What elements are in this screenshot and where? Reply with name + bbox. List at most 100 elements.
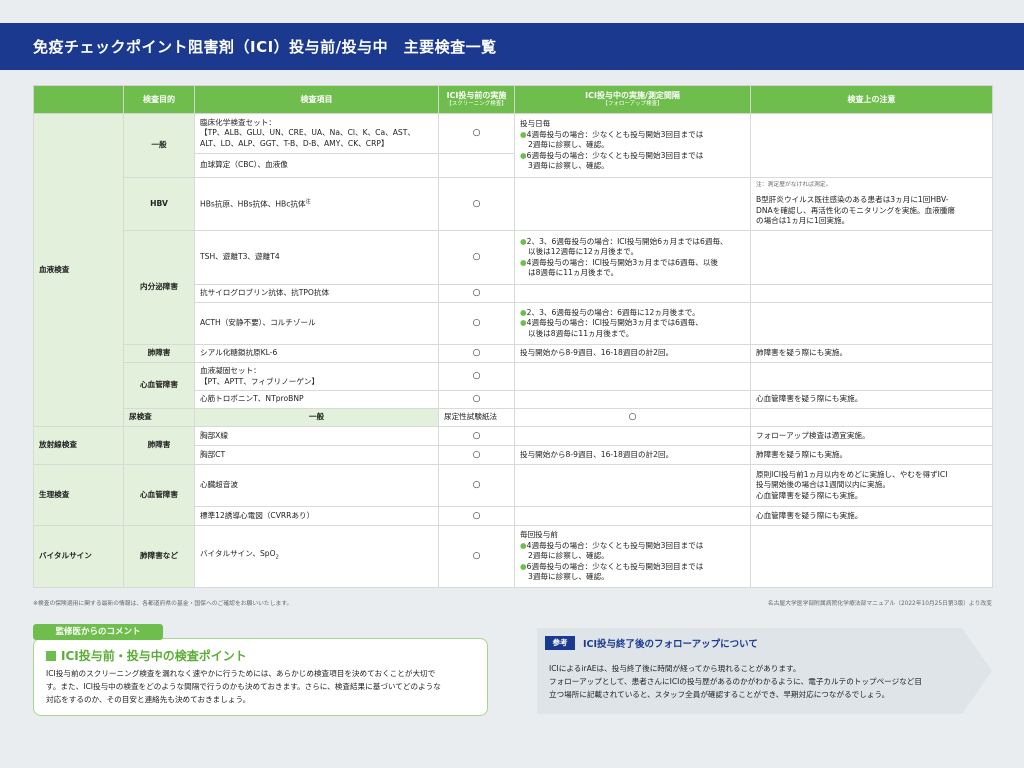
circle-mark: ○ — [438, 302, 515, 345]
during-acth: ●2、3、6週毎投与の場合：6週毎に12ヵ月後まで。 ●4週毎投与の場合：ICI… — [514, 302, 751, 345]
item-biochem: 臨床化学検査セット： 【TP、ALB、GLU、UN、CRE、UA、Na、Cl、K、… — [194, 113, 439, 154]
header-before: ICI投与前の実施 【スクリーニング検査】 — [438, 85, 515, 114]
bullet-icon: ● — [520, 561, 527, 571]
header-during-label: ICI投与中の実施/測定間隔 — [585, 91, 680, 100]
circle-mark: ○ — [438, 525, 515, 588]
notes-empty — [750, 525, 993, 588]
purpose-hbv: HBV — [123, 177, 195, 231]
notes-empty — [750, 362, 993, 391]
bullet-icon: ● — [520, 257, 527, 267]
table-row: 肺障害 シアル化糖鎖抗原KL-6 ○ 投与開始から8-9週目、16-18週目の計… — [34, 344, 993, 363]
bullet-icon: ● — [520, 540, 527, 550]
circle-mark: ○ — [438, 426, 515, 446]
circle-mark: ○ — [438, 506, 515, 526]
item-hbv-mark: 注 — [305, 199, 311, 206]
category-urine: 尿検査 — [123, 408, 195, 427]
notes-text: B型肝炎ウイルス既往感染のある患者は3ヵ月に1回HBV- — [756, 195, 949, 205]
bullet-line: ●2、3、6週毎投与の場合：ICI投与開始6ヵ月までは6週毎、 — [520, 237, 745, 248]
notes-empty — [750, 302, 993, 345]
circle-mark: ○ — [438, 113, 515, 154]
table-row: HBV HBs抗原、HBs抗体、HBc抗体注 ○ 注：測定歴がなければ測定。 B… — [34, 177, 993, 231]
reference-body: ICIによるirAEは、投与終了後に時間が経ってから現れることがあります。 フォ… — [549, 662, 969, 701]
item-echo: 心臓超音波 — [194, 464, 439, 507]
page-header: 免疫チェックポイント阻害剤（ICI）投与前/投与中 主要検査一覧 — [0, 23, 1024, 70]
during-empty — [514, 426, 751, 446]
item-acth: ACTH（安静不要）、コルチゾール — [194, 302, 439, 345]
item-biochem-l2: 【TP、ALB、GLU、UN、CRE、UA、Na、Cl、K、Ca、AST、 — [200, 128, 415, 138]
purpose-cardio: 心血管障害 — [123, 362, 195, 409]
table-row: 生理検査 心血管障害 心臓超音波 ○ 原則ICI投与前1ヵ月以内をめどに実施し、… — [33, 464, 993, 526]
during-empty — [514, 506, 751, 526]
circle-mark: ○ — [438, 230, 515, 285]
during-empty — [514, 177, 751, 231]
bullet-icon: ● — [520, 129, 527, 139]
header-during: ICI投与中の実施/測定間隔 【フォローアップ検査】 — [514, 85, 751, 114]
header-before-label: ICI投与前の実施 — [446, 91, 507, 100]
during-general: 投与日毎 ●4週毎投与の場合：少なくとも投与開始3回目までは 2週毎に診察し、確… — [514, 113, 751, 178]
notes-text: 投与開始後の場合は1週間以内に実施。 — [756, 480, 890, 490]
bullet-icon: ● — [520, 236, 527, 246]
category-physio: 生理検査 — [33, 464, 124, 526]
comment-box: ICI投与前・投与中の検査ポイント ICI投与前のスクリーニング検査を漏れなく速… — [33, 638, 488, 716]
during-text: 2週毎に診察し、確認。 — [528, 140, 609, 150]
header-item: 検査項目 — [194, 85, 439, 114]
table-row: 血液検査 一般 臨床化学検査セット： 【TP、ALB、GLU、UN、CRE、UA、… — [33, 113, 993, 427]
during-empty — [514, 284, 751, 303]
bullet-line: ●4週毎投与の場合：少なくとも投与開始3回目までは — [520, 130, 745, 141]
notes-kl6: 肺障害を疑う際にも実施。 — [750, 344, 993, 363]
purpose-vital-lung: 肺障害など — [123, 525, 195, 588]
item-biochem-l1: 臨床化学検査セット： — [200, 117, 276, 127]
during-ct: 投与開始から8-9週目、16-18週目の計2回。 — [514, 445, 751, 465]
item-ct: 胸部CT — [194, 445, 439, 465]
item-urine: 尿定性試験紙法 — [438, 408, 515, 427]
table-row: バイタルサイン 肺障害など バイタルサイン、SpO2 ○ 毎回投与前 ●4週毎投… — [33, 525, 993, 588]
circle-mark: ○ — [438, 177, 515, 231]
notes-empty — [750, 113, 993, 178]
item-troponin: 心筋トロポニンT、NTproBNP — [194, 390, 439, 409]
notes-empty — [750, 230, 993, 285]
comment-title-text: ICI投与前・投与中の検査ポイント — [61, 649, 247, 663]
comment-title: ICI投与前・投与中の検査ポイント — [46, 647, 247, 664]
bullet-icon: ● — [520, 318, 527, 328]
comment-line: 対応をするのか、その目安と連絡先も決めておきましょう。 — [46, 695, 251, 704]
item-tsh: TSH、遊離T3、遊離T4 — [194, 230, 439, 285]
footnotes: ※検査の保険適用に関する最新の情報は、各都道府県の基金・国保へのご確認をお願いい… — [33, 598, 992, 608]
category-radiology: 放射線検査 — [33, 426, 124, 465]
bullet-line: ●6週毎投与の場合：少なくとも投与開始3回目までは — [520, 151, 745, 162]
during-text: 3週毎に診察し、確認。 — [528, 572, 609, 582]
notes-empty — [750, 284, 993, 303]
item-cbc: 血球算定（CBC）、血液像 — [194, 153, 439, 178]
square-icon — [46, 651, 56, 661]
during-general-head: 投与日毎 — [520, 119, 551, 129]
page-title: 免疫チェックポイント阻害剤（ICI）投与前/投与中 主要検査一覧 — [33, 38, 497, 56]
circle-mark: ○ — [438, 390, 515, 409]
during-kl6: 投与開始から8-9週目、16-18週目の計2回。 — [514, 344, 751, 363]
during-text: 以後は12週毎に12ヵ月後まで。 — [528, 247, 639, 256]
during-text: 3週毎に診察し、確認。 — [528, 161, 609, 171]
purpose-lung: 肺障害 — [123, 344, 195, 363]
during-text: は8週毎に11ヵ月後まで。 — [528, 268, 619, 277]
bullet-line: ●4週毎投与の場合：ICI投与開始3ヵ月までは6週毎、以後 — [520, 258, 745, 269]
during-text: 4週毎投与の場合：少なくとも投与開始3回目までは — [526, 129, 704, 139]
during-text: 6週毎投与の場合：少なくとも投与開始3回目までは — [526, 561, 704, 571]
footnote-right: 名古屋大学医学部附属病院化学療法部マニュアル（2022年10月25日第3版）より… — [767, 601, 992, 607]
item-coag-l1: 血液凝固セット： — [200, 366, 261, 375]
header-during-sub: 【フォローアップ検査】 — [602, 101, 663, 107]
during-text: 4週毎投与の場合：ICI投与開始3ヵ月までは6週毎、以後 — [526, 257, 718, 267]
notes-echo: 原則ICI投与前1ヵ月以内をめどに実施し、やむを得ずICI 投与開始後の場合は1… — [750, 464, 993, 507]
bullet-line: ●4週毎投与の場合：ICI投与開始3ヵ月までは6週毎、 — [520, 318, 745, 329]
during-text: 4週毎投与の場合：少なくとも投与開始3回目までは — [526, 540, 704, 550]
category-vital: バイタルサイン — [33, 525, 124, 588]
circle-mark: ○ — [438, 445, 515, 465]
bullet-line: ●6週毎投与の場合：少なくとも投与開始3回目までは — [520, 562, 745, 573]
reference-box: 参考 ICI投与終了後のフォローアップについて ICIによるirAEは、投与終了… — [537, 628, 992, 714]
reference-line: フォローアップとして、患者さんにICIの投与歴があるのかがわかるように、電子カル… — [549, 677, 922, 686]
notes-ct: 肺障害を疑う際にも実施。 — [750, 445, 993, 465]
item-vital: バイタルサイン、SpO2 — [194, 525, 439, 588]
during-text: 以後は8週毎に11ヵ月後まで。 — [528, 328, 634, 338]
circle-mark: ○ — [438, 344, 515, 363]
during-vital-head: 毎回投与前 — [520, 530, 558, 540]
item-ecg: 標準12誘導心電図（CVRRあり） — [194, 506, 439, 526]
during-text: 2、3、6週毎投与の場合：6週毎に12ヵ月後まで。 — [526, 307, 700, 317]
during-tsh: ●2、3、6週毎投与の場合：ICI投与開始6ヵ月までは6週毎、 以後は12週毎に… — [514, 230, 751, 285]
